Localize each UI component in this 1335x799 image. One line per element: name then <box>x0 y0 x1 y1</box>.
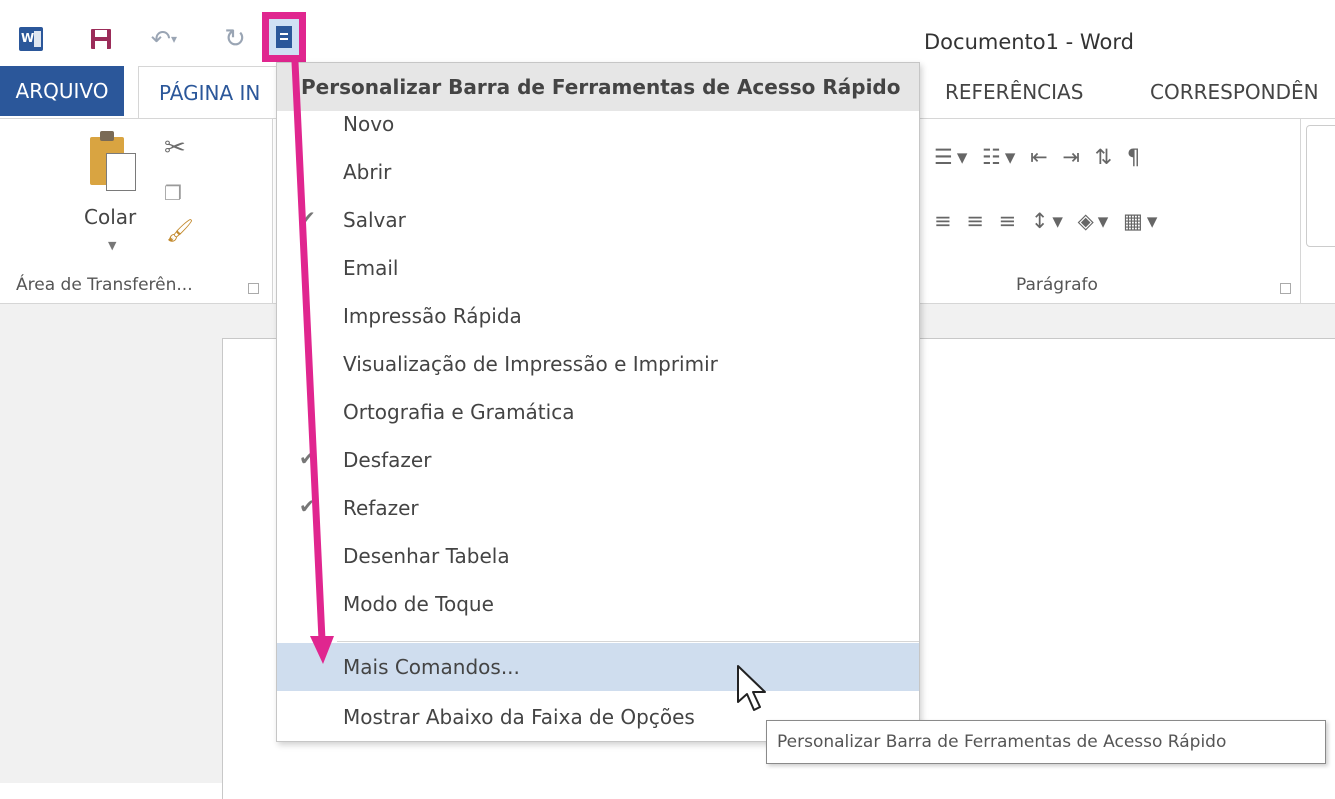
menu-item-desenhar-tabela[interactable]: Desenhar Tabela <box>277 532 919 580</box>
tooltip: Personalizar Barra de Ferramentas de Ace… <box>766 720 1326 764</box>
paragraph-launcher-icon[interactable] <box>1280 283 1291 294</box>
clipboard-launcher-icon[interactable] <box>248 283 259 294</box>
menu-item-label: Visualização de Impressão e Imprimir <box>343 352 718 376</box>
paste-icon[interactable] <box>90 129 136 191</box>
menu-item-modo-de-toque[interactable]: Modo de Toque <box>277 580 919 628</box>
clipboard-group-label: Área de Transferên... <box>16 275 193 295</box>
menu-separator <box>337 641 919 642</box>
menu-item-label: Desenhar Tabela <box>343 544 510 568</box>
menu-item-label: Desfazer <box>343 448 432 472</box>
menu-item-label: Refazer <box>343 496 419 520</box>
check-icon: ✔ <box>299 206 316 230</box>
menu-item-label: Modo de Toque <box>343 592 494 616</box>
menu-item-salvar[interactable]: ✔ Salvar <box>277 196 919 244</box>
menu-item-visualizacao-de-impressao-e-imprimir[interactable]: Visualização de Impressão e Imprimir <box>277 340 919 388</box>
paragraph-group: ☰▾ ☷▾ ⇤ ⇥ ⇅ ¶ ≡ ≡ ≡ ↕▾ ◈▾ ▦▾ Parágrafo <box>920 119 1301 303</box>
word-logo-icon[interactable]: W <box>16 22 46 56</box>
copy-icon[interactable]: ❐ <box>164 181 182 205</box>
menu-item-label: Mais Comandos... <box>343 655 520 679</box>
menu-item-label: Impressão Rápida <box>343 304 522 328</box>
cut-icon[interactable]: ✂ <box>164 133 186 163</box>
customize-qat-menu: Personalizar Barra de Ferramentas de Ace… <box>276 62 920 742</box>
tab-referencias[interactable]: REFERÊNCIAS <box>945 80 1083 104</box>
check-icon: ✔ <box>299 494 316 518</box>
menu-item-label: Ortografia e Gramática <box>343 400 575 424</box>
format-painter-icon[interactable]: 🖌 <box>166 219 194 244</box>
undo-icon[interactable]: ↶ ▾ <box>144 22 184 56</box>
paste-dropdown-icon[interactable]: ▼ <box>108 239 116 252</box>
mouse-cursor-icon <box>737 665 766 711</box>
menu-item-ortografia-e-gramatica[interactable]: Ortografia e Gramática <box>277 388 919 436</box>
title-bar: W ↶ ▾ ↻ Documento1 - Word <box>0 0 1335 62</box>
menu-item-email[interactable]: Email <box>277 244 919 292</box>
menu-item-novo[interactable]: Novo <box>277 100 919 148</box>
menu-item-refazer[interactable]: ✔ Refazer <box>277 484 919 532</box>
clipboard-group: ✂ ❐ 🖌 Colar ▼ Área de Transferên... <box>0 119 273 303</box>
menu-item-label: Mostrar Abaixo da Faixa de Opções <box>343 705 695 729</box>
tab-arquivo[interactable]: ARQUIVO <box>0 66 124 116</box>
menu-item-label: Salvar <box>343 208 406 232</box>
tab-pagina-inicial[interactable]: PÁGINA IN <box>138 66 278 118</box>
menu-item-label: Abrir <box>343 160 392 184</box>
paste-label[interactable]: Colar <box>84 205 136 229</box>
tab-correspondencias[interactable]: CORRESPONDÊN <box>1150 80 1319 104</box>
menu-item-desfazer[interactable]: ✔ Desfazer <box>277 436 919 484</box>
customize-qat-icon <box>276 26 292 48</box>
menu-item-label: Novo <box>343 112 395 136</box>
redo-icon[interactable]: ↻ <box>220 22 250 56</box>
menu-item-abrir[interactable]: Abrir <box>277 148 919 196</box>
menu-item-label: Email <box>343 256 399 280</box>
list-buttons-row[interactable]: ☰▾ ☷▾ ⇤ ⇥ ⇅ ¶ <box>934 145 1144 169</box>
styles-gallery[interactable] <box>1306 125 1335 247</box>
paragraph-group-label: Parágrafo <box>1016 275 1098 295</box>
save-icon[interactable] <box>86 22 116 56</box>
menu-item-more-commands[interactable]: Mais Comandos... <box>277 643 919 691</box>
align-buttons-row[interactable]: ≡ ≡ ≡ ↕▾ ◈▾ ▦▾ <box>934 209 1161 233</box>
menu-item-impressao-rapida[interactable]: Impressão Rápida <box>277 292 919 340</box>
customize-qat-button[interactable] <box>262 12 306 62</box>
check-icon: ✔ <box>299 446 316 470</box>
document-title: Documento1 - Word <box>924 30 1134 54</box>
